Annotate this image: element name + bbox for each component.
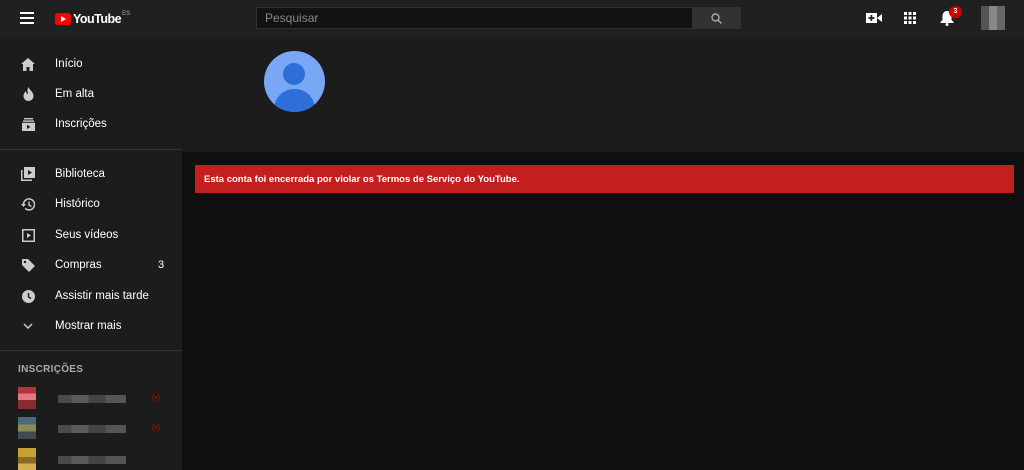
subscription-name	[58, 425, 126, 433]
sidebar-item-label: Biblioteca	[55, 168, 105, 180]
chevron-down-icon	[20, 318, 36, 334]
sidebar-item-label: Em alta	[55, 88, 94, 100]
purchases-count: 3	[158, 259, 165, 271]
logo-country: ES	[122, 11, 131, 17]
sidebar-item-label: Histórico	[55, 198, 100, 210]
play-square-icon	[20, 227, 36, 243]
live-icon: (•)	[152, 423, 161, 432]
sidebar-divider	[0, 149, 182, 150]
subscription-item[interactable]: (•)	[18, 417, 182, 439]
search-button[interactable]	[692, 7, 741, 29]
subscription-avatar	[18, 448, 36, 470]
subscription-name	[58, 395, 126, 403]
sidebar-item-assistir-mais-tarde[interactable]: Assistir mais tarde	[0, 281, 182, 311]
sidebar-item-label: Assistir mais tarde	[55, 290, 149, 302]
library-icon	[20, 166, 36, 182]
sidebar-item-label: Compras	[55, 259, 102, 271]
sidebar-item-historico[interactable]: Histórico	[0, 189, 182, 219]
subscription-item[interactable]: (•)	[18, 387, 182, 409]
subscription-name	[58, 456, 126, 464]
sidebar-item-label: Início	[55, 58, 83, 70]
sidebar: Início Em alta Inscrições Biblioteca His…	[0, 37, 182, 470]
sidebar-item-label: Mostrar mais	[55, 320, 122, 332]
sidebar-item-biblioteca[interactable]: Biblioteca	[0, 159, 182, 189]
sidebar-item-label: Seus vídeos	[55, 229, 119, 241]
create-video-icon[interactable]	[865, 9, 883, 27]
sidebar-item-seus-videos[interactable]: Seus vídeos	[0, 220, 182, 250]
fire-icon	[20, 86, 36, 102]
search-icon	[711, 12, 722, 24]
account-avatar[interactable]	[981, 6, 1005, 30]
home-icon	[20, 56, 36, 72]
history-icon	[20, 196, 36, 212]
sidebar-item-inscricoes[interactable]: Inscrições	[0, 109, 182, 139]
avatar-body	[274, 89, 315, 112]
clock-icon	[20, 288, 36, 304]
live-icon: (•)	[152, 393, 161, 402]
sidebar-divider	[0, 350, 182, 351]
subscription-avatar	[18, 387, 36, 409]
subscriptions-section-title: INSCRIÇÕES	[18, 364, 84, 375]
sidebar-item-mostrar-mais[interactable]: Mostrar mais	[0, 311, 182, 341]
tag-icon	[20, 257, 36, 273]
subscriptions-icon	[20, 116, 36, 132]
account-terminated-alert: Esta conta foi encerrada por violar os T…	[195, 165, 1014, 193]
channel-avatar	[264, 51, 325, 112]
search-input[interactable]: Pesquisar	[256, 7, 693, 29]
logo-text: YouTube	[73, 12, 122, 26]
sidebar-item-label: Inscrições	[55, 118, 107, 130]
subscription-item[interactable]	[18, 448, 182, 470]
menu-icon[interactable]	[20, 12, 34, 24]
avatar-head	[283, 63, 305, 85]
notification-badge: 3	[949, 6, 962, 18]
sidebar-item-em-alta[interactable]: Em alta	[0, 79, 182, 109]
youtube-logo[interactable]: YouTube ES	[55, 10, 130, 28]
sidebar-item-inicio[interactable]: Início	[0, 49, 182, 79]
sidebar-item-compras[interactable]: Compras 3	[0, 250, 182, 280]
youtube-play-icon	[55, 13, 71, 25]
apps-icon[interactable]	[901, 9, 919, 27]
subscription-avatar	[18, 417, 36, 439]
